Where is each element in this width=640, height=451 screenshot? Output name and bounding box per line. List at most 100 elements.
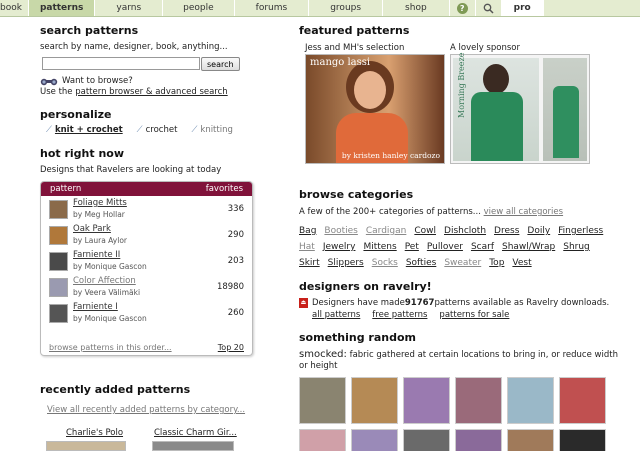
random-pattern-thumbnail[interactable] [559, 377, 606, 424]
recent-item-2[interactable]: Classic Charm Gir... [154, 428, 237, 438]
recent-thumb-2[interactable] [152, 441, 234, 451]
random-pattern-thumbnail[interactable] [403, 429, 450, 451]
pattern-name[interactable]: Foliage Mitts [73, 198, 228, 209]
category-link[interactable]: Socks [372, 258, 398, 268]
pattern-name[interactable]: Color Affection [73, 276, 217, 287]
tab-shop[interactable]: shop [383, 0, 450, 16]
random-definition: smocked: fabric gathered at certain loca… [299, 349, 619, 372]
category-link[interactable]: Cowl [414, 226, 436, 236]
pattern-name[interactable]: Farniente II [73, 250, 228, 261]
pdf-icon: ⏏ [299, 298, 308, 308]
random-pattern-thumbnail[interactable] [507, 429, 554, 451]
category-link[interactable]: Dress [494, 226, 519, 236]
top-20-link[interactable]: Top 20 [218, 343, 244, 352]
category-link[interactable]: Pullover [427, 242, 463, 252]
category-link[interactable]: Shawl/Wrap [502, 242, 555, 252]
browse-desc: A few of the 200+ categories of patterns… [299, 207, 563, 217]
pattern-designer: by Veera Välimäki [73, 288, 141, 297]
featured-title: featured patterns [299, 24, 410, 37]
pattern-browser-link[interactable]: pattern browser & advanced search [75, 87, 227, 97]
hot-title: hot right now [40, 147, 125, 160]
tab-book[interactable]: book [0, 0, 29, 16]
category-line: Bag Booties Cardigan Cowl Dishcloth Dress Doil… [299, 226, 629, 236]
recent-thumb-1[interactable] [46, 441, 126, 451]
category-link[interactable]: Skirt [299, 258, 320, 268]
browse-order-link[interactable]: browse patterns in this order... [49, 343, 172, 352]
needles-icon: ⟋ [46, 125, 52, 135]
category-link[interactable]: Pet [405, 242, 419, 252]
hot-row[interactable]: Farniente II by Monique Gascon 203 [41, 248, 252, 274]
view-all-categories-link[interactable]: view all categories [484, 207, 563, 217]
category-link[interactable]: Sweater [444, 258, 481, 268]
designers-links: all patterns free patterns patterns for … [312, 310, 509, 320]
category-link[interactable]: Vest [512, 258, 531, 268]
hot-row-text: Farniente II by Monique Gascon [73, 250, 228, 272]
search-button[interactable]: search [201, 57, 240, 71]
category-link[interactable]: Booties [324, 226, 357, 236]
knit-crochet-option[interactable]: knit + crochet [55, 125, 123, 135]
random-pattern-thumbnail[interactable] [455, 429, 502, 451]
pattern-name[interactable]: Farniente I [73, 302, 228, 313]
random-pattern-thumbnail[interactable] [507, 377, 554, 424]
category-link[interactable]: Bag [299, 226, 316, 236]
needle-icon: ⟋ [191, 125, 198, 135]
hot-row[interactable]: Color Affection by Veera Välimäki 18980 [41, 274, 252, 300]
tab-people[interactable]: people [163, 0, 235, 16]
tab-groups[interactable]: groups [309, 0, 384, 16]
random-term: smocked: [299, 349, 347, 360]
favorites-col-header[interactable]: favorites [206, 184, 243, 194]
hot-row[interactable]: Farniente Iby Monique Gascon 260 [41, 300, 252, 326]
random-pattern-thumbnail[interactable] [299, 429, 346, 451]
patterns-for-sale-link[interactable]: patterns for sale [439, 310, 509, 320]
search-input[interactable] [42, 57, 200, 70]
category-link[interactable]: Mittens [363, 242, 396, 252]
recent-item-1[interactable]: Charlie's Polo [66, 428, 123, 438]
category-link[interactable]: Cardigan [366, 226, 407, 236]
pattern-thumbnail[interactable] [49, 225, 68, 245]
all-patterns-link[interactable]: all patterns [312, 310, 360, 320]
knitting-option[interactable]: knitting [200, 125, 232, 135]
category-link[interactable]: Doily [527, 226, 550, 236]
random-pattern-thumbnail[interactable] [559, 429, 606, 451]
hot-row[interactable]: Foliage Mitts by Meg Hollar 336 [41, 196, 252, 222]
random-pattern-thumbnail[interactable] [351, 377, 398, 424]
search-nav-button[interactable] [476, 0, 502, 16]
pattern-thumbnail[interactable] [49, 251, 68, 271]
category-link[interactable]: Shrug [563, 242, 590, 252]
tab-pro[interactable]: pro [501, 0, 544, 16]
featured-pattern-image[interactable]: mango lassi by kristen hanley cardozo [305, 54, 445, 164]
category-link[interactable]: Dishcloth [444, 226, 486, 236]
category-link[interactable]: Softies [406, 258, 437, 268]
hot-row[interactable]: Oak Park by Laura Aylor 290 [41, 222, 252, 248]
recent-title: recently added patterns [40, 383, 191, 396]
category-link[interactable]: Hat [299, 242, 315, 252]
browse-prompt: Want to browse? [40, 76, 133, 86]
pattern-thumbnail[interactable] [49, 303, 68, 323]
tab-forums[interactable]: forums [235, 0, 310, 16]
sponsor-label: A lovely sponsor [450, 43, 520, 53]
random-pattern-thumbnail[interactable] [351, 429, 398, 451]
sponsor-photo-2 [543, 58, 587, 161]
random-pattern-thumbnail[interactable] [299, 377, 346, 424]
category-link[interactable]: Top [489, 258, 504, 268]
personalize-options: ⟋ knit + crochet ⟋ crochet ⟋ knitting [46, 125, 233, 135]
category-line: Skirt Slippers Socks Softies Sweater Top Vest [299, 258, 629, 268]
pattern-thumbnail[interactable] [49, 277, 68, 297]
random-pattern-thumbnail[interactable] [403, 377, 450, 424]
recent-view-all-link[interactable]: View all recently added patterns by cate… [47, 405, 245, 415]
hot-row-text: Farniente Iby Monique Gascon [73, 302, 228, 324]
category-link[interactable]: Scarf [471, 242, 494, 252]
crochet-option[interactable]: crochet [146, 125, 178, 135]
pattern-name[interactable]: Oak Park [73, 224, 228, 235]
pattern-thumbnail[interactable] [49, 199, 68, 219]
free-patterns-link[interactable]: free patterns [372, 310, 427, 320]
random-def: fabric gathered at certain locations to … [299, 350, 618, 371]
tab-patterns[interactable]: patterns [28, 0, 96, 16]
sponsor-image[interactable]: Morning Breeze [450, 53, 590, 164]
help-button[interactable]: ? [450, 0, 476, 16]
random-pattern-thumbnail[interactable] [455, 377, 502, 424]
category-link[interactable]: Fingerless [558, 226, 603, 236]
tab-yarns[interactable]: yarns [95, 0, 164, 16]
category-link[interactable]: Slippers [328, 258, 364, 268]
category-link[interactable]: Jewelry [323, 242, 356, 252]
